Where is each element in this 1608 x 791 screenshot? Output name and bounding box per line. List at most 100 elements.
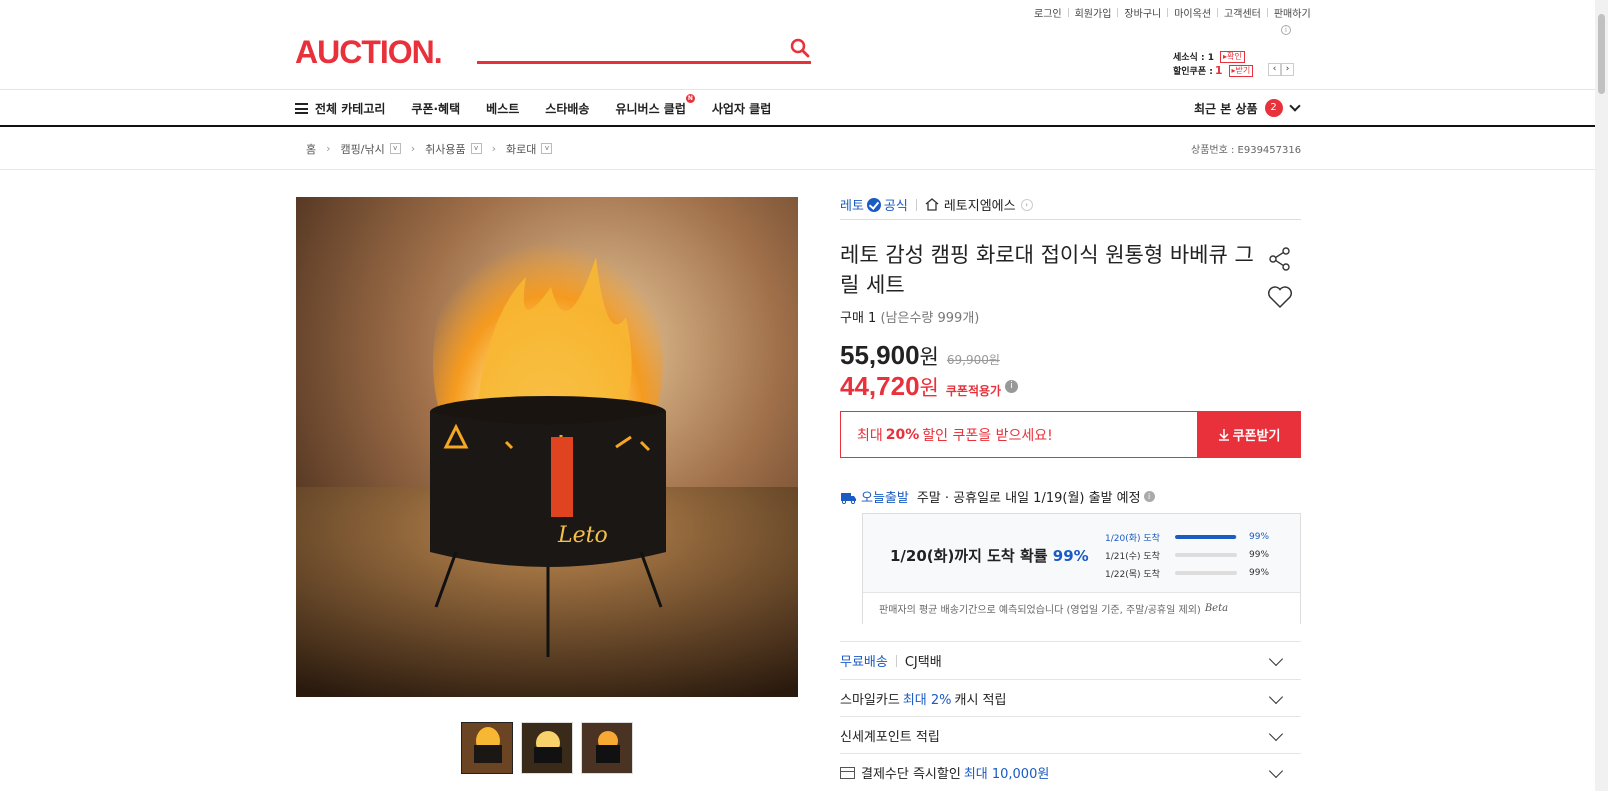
arrival-date: 1/22(목) 도착 <box>1105 569 1160 580</box>
all-category-button[interactable]: 전체 카테고리 <box>315 100 385 117</box>
arrival-row: 1/20(화) 도착 99% <box>1105 528 1279 546</box>
arrival-note: 판매자의 평균 배송기간으로 예측되었습니다 (영업일 기준, 주말/공휴일 제… <box>863 592 1300 624</box>
coupon-count: 1 <box>1214 64 1223 77</box>
scrollbar[interactable] <box>1595 0 1608 791</box>
new-badge: N <box>685 93 695 103</box>
auction-logo[interactable]: AUCTION. <box>295 34 443 71</box>
arrival-headline: 1/20(화)까지 도착 확률 99% <box>890 545 1089 566</box>
arrival-row: 1/22(목) 도착 99% <box>1105 564 1279 582</box>
customer-center-link[interactable]: 고객센터 <box>1224 5 1261 20</box>
breadcrumb-camping[interactable]: 캠핑/낚시 <box>341 141 385 157</box>
smilecard-max: 최대 2% <box>902 693 952 708</box>
share-icon[interactable] <box>1267 246 1293 272</box>
coupon-message: 최대 20% 할인 쿠폰을 받으세요! <box>840 411 1197 458</box>
coupon-percent: 20% <box>885 426 920 443</box>
breadcrumb-bar: 홈 › 캠핑/낚시 v › 취사용품 v › 화로대 v 상품번호 : E939… <box>0 127 1595 170</box>
svg-text:Leto: Leto <box>557 523 608 548</box>
smilecard-label: 스마일카드 <box>840 693 900 708</box>
prev-arrow-icon[interactable]: ‹ <box>1268 63 1281 76</box>
search-input[interactable] <box>477 34 767 60</box>
smilecard-accordion[interactable]: 스마일카드 최대 2% 캐시 적립 <box>840 679 1301 717</box>
coupon-receive-mini-button[interactable]: ▸받기 <box>1228 64 1254 77</box>
shipping-text: 주말 · 공휴일로 내일 1/19(월) 출발 예정 <box>916 491 1141 506</box>
store-arrow-icon[interactable]: › <box>1020 198 1033 211</box>
chevron-down-icon[interactable]: v <box>470 143 482 154</box>
my-auction-link[interactable]: 마이옥션 <box>1174 5 1211 20</box>
arrival-headline-pct: 99% <box>1052 547 1089 565</box>
official-label: 공식 <box>883 199 908 214</box>
chevron-down-icon <box>1268 651 1284 667</box>
nav-universe-club[interactable]: 유니버스 클럽 N <box>615 93 695 117</box>
heart-icon[interactable] <box>1267 285 1293 309</box>
arrival-pct: 99% <box>1249 568 1270 578</box>
chevron-down-icon <box>1268 689 1284 705</box>
arrival-bar <box>1175 571 1237 575</box>
search-icon[interactable] <box>789 37 811 59</box>
utility-links: 로그인 회원가입 장바구니 마이옥션 고객센터 판매하기 <box>1034 5 1311 20</box>
chevron-down-icon[interactable]: v <box>541 143 553 154</box>
notice-check-button[interactable]: ▸확인 <box>1219 50 1245 63</box>
shinsegae-accordion[interactable]: 신세계포인트 적립 <box>840 716 1301 754</box>
smilecard-cash: 캐시 적립 <box>954 693 1007 708</box>
purchase-label: 구매 1 <box>840 311 877 326</box>
arrival-bar <box>1175 553 1237 557</box>
notice-row: 세소식 : 1 ▸확인 <box>1173 50 1245 63</box>
chevron-down-icon <box>1268 726 1284 742</box>
cart-link[interactable]: 장바구니 <box>1124 5 1161 20</box>
breadcrumb-firepit[interactable]: 화로대 <box>506 141 536 157</box>
recent-viewed[interactable]: 최근 본 상품 2 <box>1194 90 1301 126</box>
coupon-price-value: 44,720 <box>840 371 920 401</box>
delivery-accordion[interactable]: 무료배송 CJ택배 <box>840 641 1301 679</box>
nav-best[interactable]: 베스트 <box>486 100 519 117</box>
arrival-date: 1/21(수) 도착 <box>1105 551 1160 562</box>
arrival-bar <box>1175 535 1237 539</box>
arrival-row: 1/21(수) 도착 99% <box>1105 546 1279 564</box>
payment-discount-label: 결제수단 즉시할인 <box>861 767 961 782</box>
arrival-probability-box: 1/20(화)까지 도착 확률 99% 1/20(화) 도착 99% 1/21(… <box>862 513 1301 624</box>
payment-discount-max: 최대 10,000원 <box>963 767 1050 782</box>
receive-coupon-label: 쿠폰받기 <box>1232 429 1281 444</box>
nav-business-club[interactable]: 사업자 클럽 <box>712 100 771 117</box>
next-arrow-icon[interactable]: › <box>1281 63 1294 76</box>
coupon-price: 44,720 원 쿠폰적용가 i <box>840 371 1019 402</box>
nav-star-delivery[interactable]: 스타배송 <box>545 100 589 117</box>
login-link[interactable]: 로그인 <box>1034 5 1062 20</box>
nav-coupon[interactable]: 쿠폰·혜택 <box>411 100 460 117</box>
thumbnail-2[interactable] <box>521 722 573 774</box>
main-nav: 전체 카테고리 쿠폰·혜택 베스트 스타배송 유니버스 클럽 N 사업자 클럽 최… <box>0 89 1595 127</box>
recent-viewed-label: 최근 본 상품 <box>1194 101 1258 116</box>
thumbnail-3[interactable] <box>581 722 633 774</box>
menu-icon[interactable] <box>295 102 308 114</box>
signup-link[interactable]: 회원가입 <box>1075 5 1112 20</box>
payment-discount-accordion[interactable]: 결제수단 즉시할인 최대 10,000원 <box>840 753 1301 791</box>
seller-row: 레토 공식 레토지엠에스 › <box>840 195 1033 214</box>
shipping-info: 오늘출발 주말 · 공휴일로 내일 1/19(월) 출발 예정 i <box>840 487 1155 506</box>
coupon-price-label: 쿠폰적용가 <box>945 384 1002 398</box>
thumbnail-1[interactable] <box>461 722 513 774</box>
scrollbar-thumb[interactable] <box>1598 14 1605 94</box>
brand-name[interactable]: 레토 <box>840 195 864 214</box>
info-icon[interactable]: i <box>1143 491 1155 502</box>
store-name[interactable]: 레토지엠에스 <box>944 195 1016 214</box>
product-number: 상품번호 : E939457316 <box>1191 145 1302 156</box>
product-main-image[interactable]: Leto <box>296 197 798 697</box>
coupon-banner: 최대 20% 할인 쿠폰을 받으세요! 쿠폰받기 <box>840 411 1301 458</box>
breadcrumb-home[interactable]: 홈 <box>306 141 316 157</box>
info-icon[interactable]: i <box>1005 380 1019 393</box>
info-icon[interactable]: i <box>1281 25 1291 35</box>
arrival-pct: 99% <box>1249 532 1270 542</box>
shinsegae-label: 신세계포인트 적립 <box>840 730 940 745</box>
breadcrumb-cookware[interactable]: 취사용품 <box>425 141 465 157</box>
nav-universe-club-label: 유니버스 클럽 <box>615 101 686 116</box>
coupon-suffix: 할인 쿠폰을 받으세요! <box>922 427 1053 444</box>
coupon-label: 할인쿠폰 : <box>1173 67 1213 77</box>
divider <box>840 219 1301 220</box>
coupon-prefix: 최대 <box>857 427 883 444</box>
receive-coupon-button[interactable]: 쿠폰받기 <box>1197 411 1301 458</box>
sell-link[interactable]: 판매하기 <box>1274 5 1311 20</box>
original-price: 69,900원 <box>946 353 1000 367</box>
chevron-down-icon[interactable]: v <box>389 143 401 154</box>
arrival-pct: 99% <box>1249 550 1270 560</box>
arrival-date: 1/20(화) 도착 <box>1105 533 1160 544</box>
coupon-row: 할인쿠폰 : 1 ▸받기 <box>1173 64 1254 77</box>
